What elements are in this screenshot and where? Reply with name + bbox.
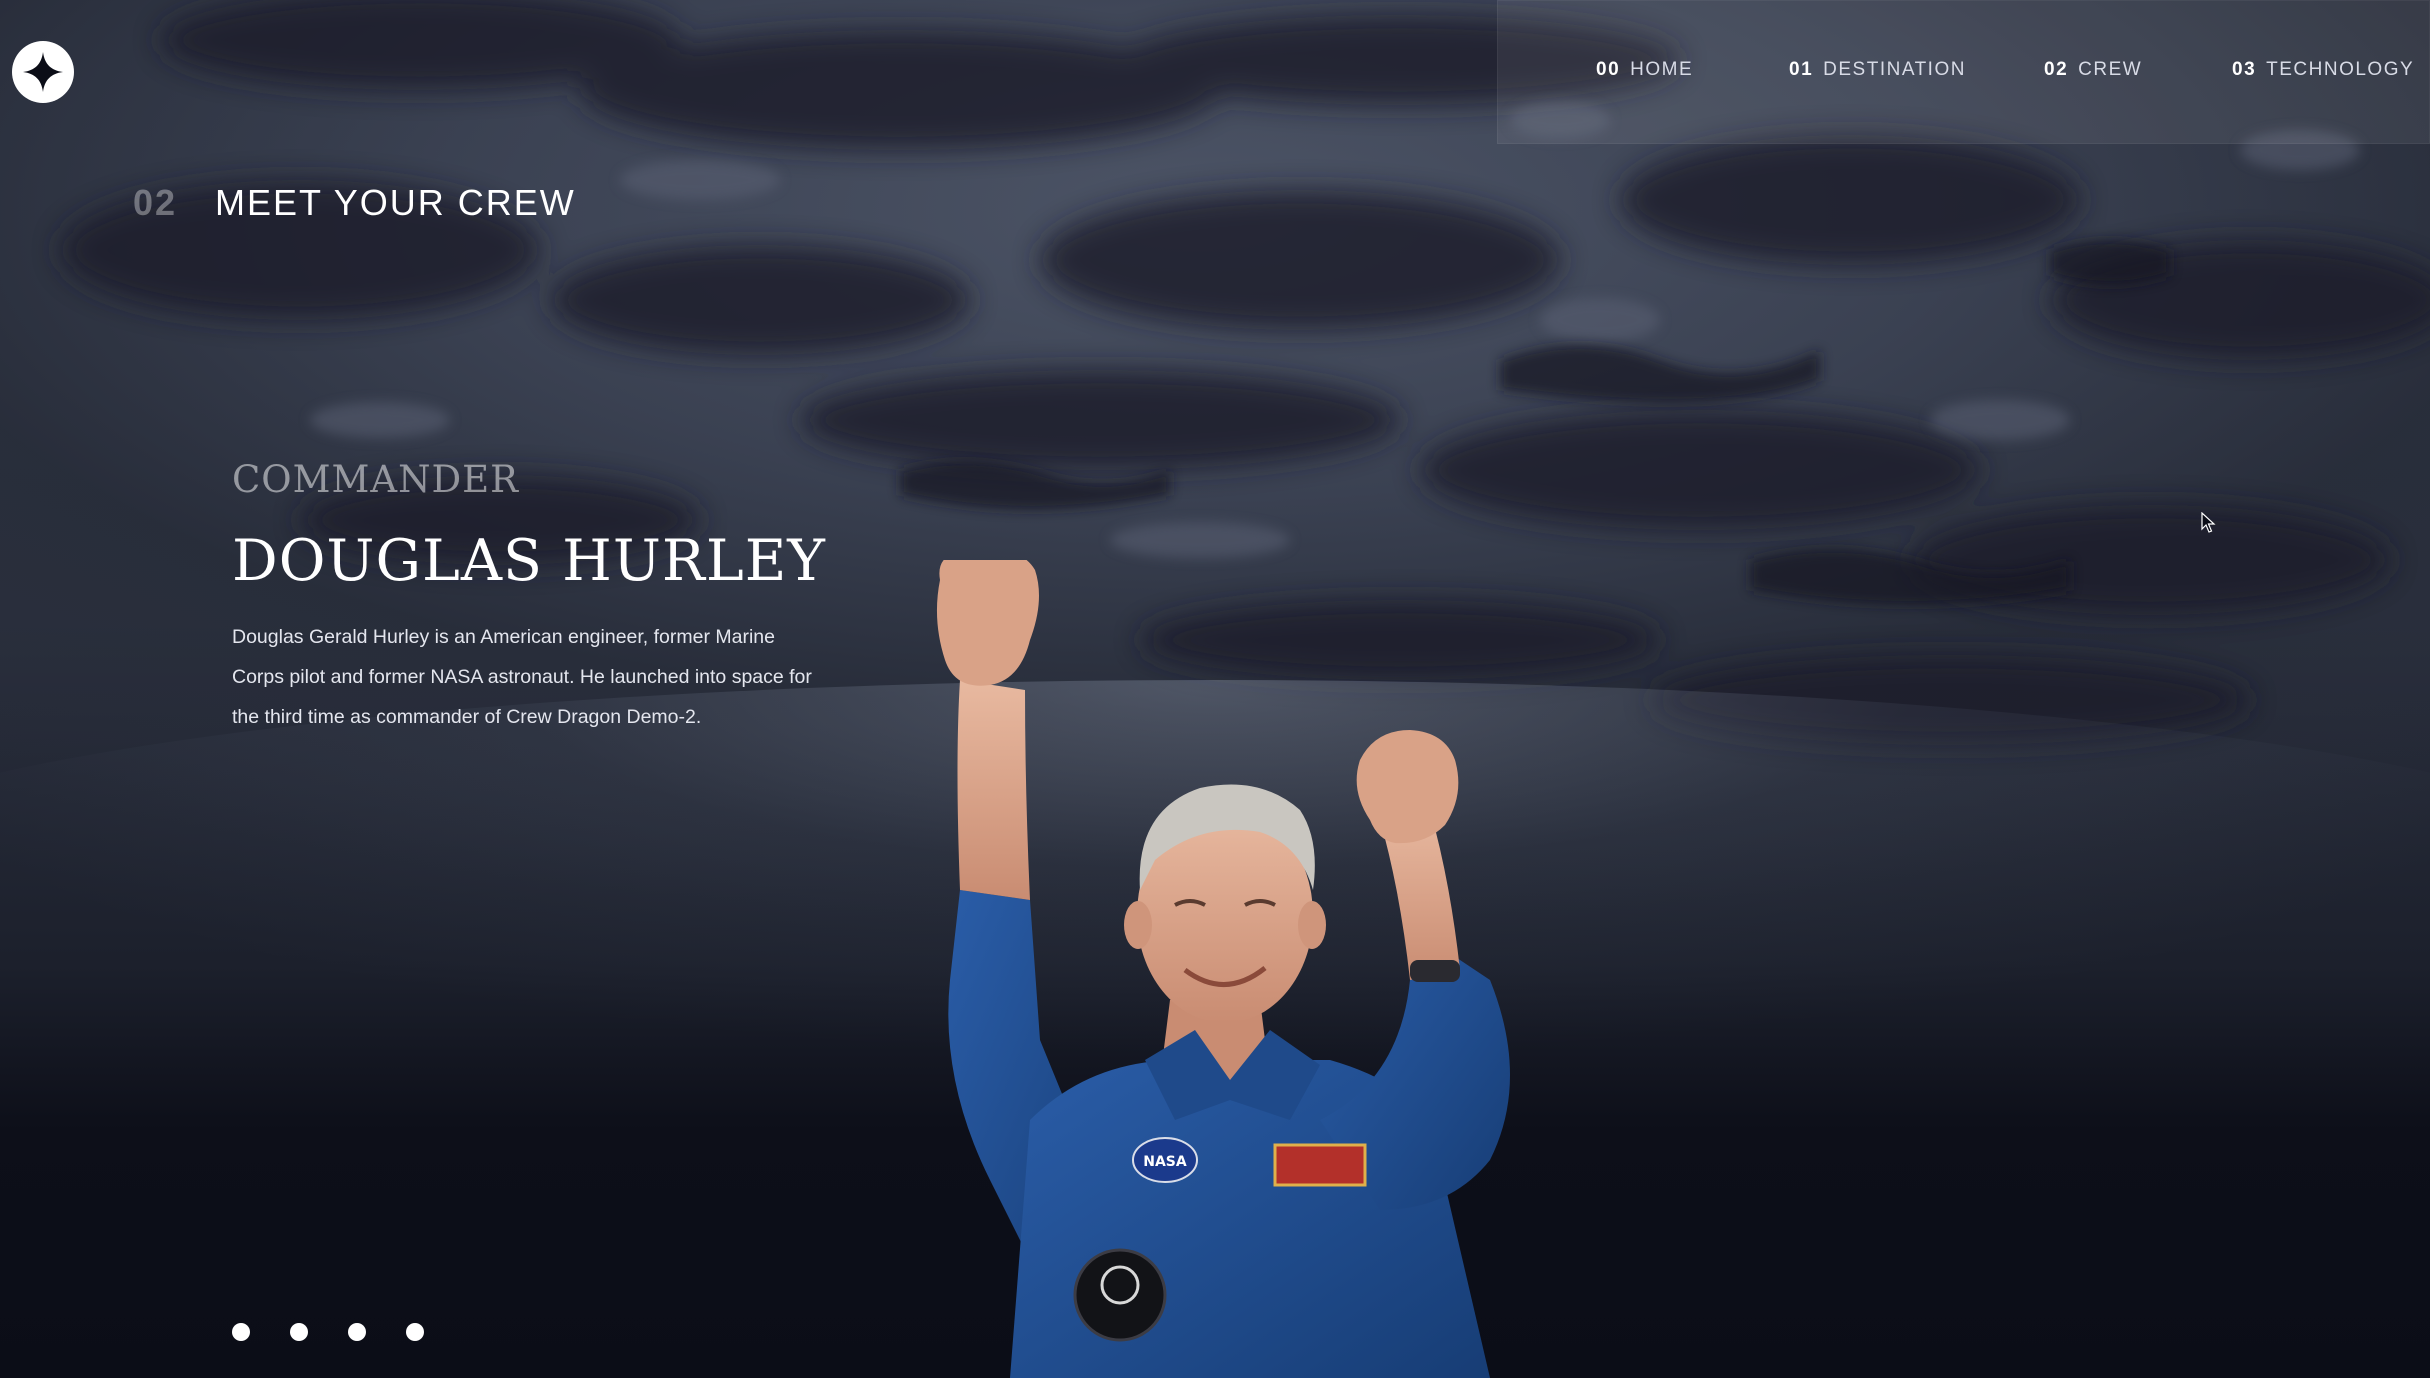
nav-item-label: HOME [1630,59,1694,80]
page-title-number: 02 [133,182,178,223]
mouse-cursor-icon [2201,512,2216,533]
nav-item-label: TECHNOLOGY [2266,59,2415,80]
main-navigation: 00 HOME 01 DESTINATION 02 CREW 03 TECHNOLOGY [1497,0,2430,144]
carousel-dot-4[interactable] [406,1323,424,1341]
nav-item-home[interactable]: 00 HOME [1596,59,1693,81]
crew-role: COMMANDER [232,458,520,501]
nav-item-label: CREW [2078,59,2143,80]
crew-bio: Douglas Gerald Hurley is an American eng… [232,626,812,728]
logo[interactable] [12,41,74,103]
nav-item-number: 02 [2044,59,2069,80]
crew-member-image: NASA [936,560,1510,1378]
crew-carousel-dots [232,1323,424,1341]
carousel-dot-1[interactable] [232,1323,250,1341]
nav-item-technology[interactable]: 03 TECHNOLOGY [2232,59,2414,81]
nav-item-destination[interactable]: 01 DESTINATION [1789,59,1966,81]
nav-item-number: 00 [1596,59,1621,80]
carousel-dot-3[interactable] [348,1323,366,1341]
carousel-dot-2[interactable] [290,1323,308,1341]
page-title-text: MEET YOUR CREW [215,182,576,223]
crew-page: 00 HOME 01 DESTINATION 02 CREW 03 TECHNOLOGY… [0,0,2430,1378]
nav-item-number: 01 [1789,59,1814,80]
page-title: 02 MEET YOUR CREW [133,182,576,224]
nav-item-crew[interactable]: 02 CREW [2044,59,2142,81]
svg-text:NASA: NASA [1143,1154,1187,1170]
crew-name: DOUGLAS HURLEY [232,528,826,594]
four-point-star-logo-icon [23,52,63,92]
nav-item-number: 03 [2232,59,2257,80]
nav-item-label: DESTINATION [1823,59,1966,80]
